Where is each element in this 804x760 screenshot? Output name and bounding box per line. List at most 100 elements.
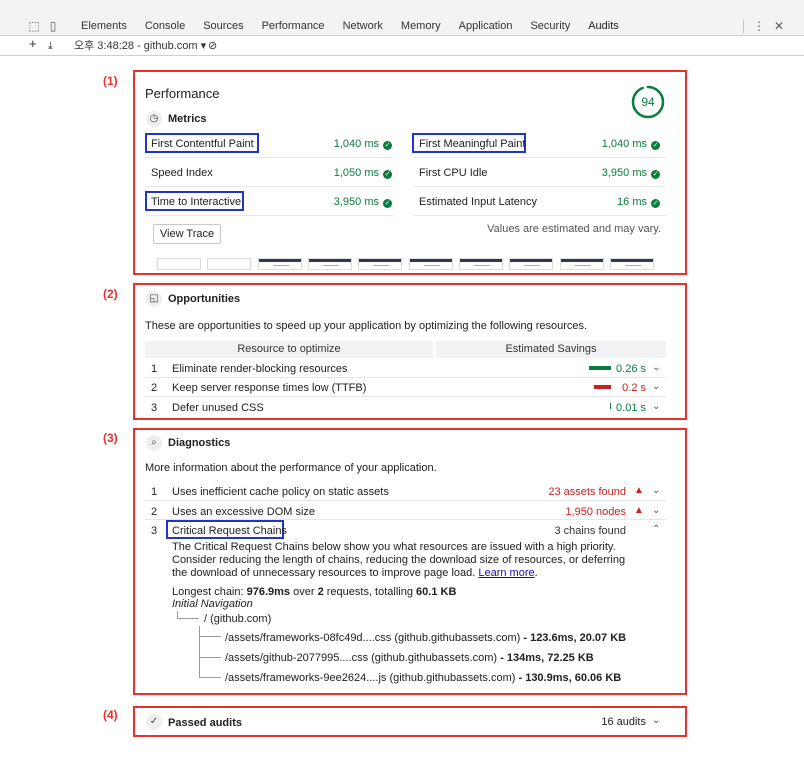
tab-sources[interactable]: Sources — [194, 18, 252, 36]
download-report-icon[interactable]: ⤓ — [48, 39, 53, 53]
metric-value-text: 16 ms — [617, 196, 647, 208]
chevron-down-icon[interactable]: ⌄ — [652, 505, 660, 516]
device-toolbar-icon[interactable]: ▯ — [46, 19, 60, 33]
filmstrip-frame — [610, 258, 654, 270]
pass-check-icon: ✓ — [383, 199, 392, 208]
chain-item: /assets/frameworks-08fc49d....css (githu… — [225, 632, 626, 644]
metric-label: Estimated Input Latency — [419, 196, 538, 208]
chain-stats: - 134ms, 72.25 KB — [497, 652, 594, 664]
metric-value: 1,040 ms ✓ — [300, 138, 392, 150]
filmstrip-frame — [409, 258, 453, 270]
row-number: 2 — [151, 382, 158, 394]
tab-memory[interactable]: Memory — [392, 18, 450, 36]
audits-toolbar: + ⤓ 오후 3:48:28 - github.com ▾ ⊘ — [0, 36, 804, 56]
pass-check-icon: ✓ — [383, 170, 392, 179]
view-trace-button[interactable]: View Trace — [153, 224, 221, 244]
filmstrip-frame — [258, 258, 302, 270]
learn-more-link[interactable]: Learn more — [478, 567, 534, 579]
longest-chain-mid: over — [290, 586, 318, 598]
metric-label: First CPU Idle — [419, 167, 488, 179]
crc-description: The Critical Request Chains below show y… — [172, 541, 626, 579]
chevron-up-icon[interactable]: ⌃ — [652, 524, 660, 535]
chain-url: /assets/github-2077995....css (github.gi… — [225, 652, 498, 664]
pass-check-icon: ✓ — [651, 170, 660, 179]
report-selector[interactable]: 오후 3:48:28 - github.com ▾ — [74, 39, 206, 53]
row-label: Uses an excessive DOM size — [172, 506, 316, 518]
inspect-element-icon[interactable]: ⬚ — [27, 19, 41, 33]
metric-divider — [145, 186, 393, 187]
col-header-resource: Resource to optimize — [145, 341, 433, 358]
metric-divider — [145, 157, 393, 158]
tab-elements[interactable]: Elements — [72, 18, 136, 36]
annotation-3: (3) — [103, 431, 118, 445]
metric-label: Time to Interactive — [151, 196, 242, 208]
warning-triangle-icon: ▲ — [634, 505, 644, 516]
chain-root: / (github.com) — [204, 613, 272, 625]
opportunities-description: These are opportunities to speed up your… — [145, 320, 588, 332]
filmstrip-frame — [207, 258, 251, 270]
chain-stats: - 123.6ms, 20.07 KB — [520, 632, 627, 644]
row-divider — [145, 377, 666, 378]
metrics-heading: Metrics — [168, 113, 207, 125]
more-options-icon[interactable]: ⋮ — [752, 19, 766, 33]
filmstrip-frame — [560, 258, 604, 270]
annotation-2: (2) — [103, 287, 118, 301]
row-number: 3 — [151, 402, 158, 414]
metric-value-text: 1,050 ms — [333, 167, 379, 179]
metric-value-text: 3,950 ms — [601, 167, 647, 179]
tab-audits[interactable]: Audits — [579, 18, 628, 38]
chevron-down-icon[interactable]: ⌄ — [652, 381, 660, 392]
checkmark-icon: ✓ — [146, 714, 162, 730]
clear-reports-icon[interactable]: ⊘ — [208, 39, 217, 53]
row-label: Keep server response times low (TTFB) — [172, 382, 367, 394]
diagnostics-title: Diagnostics — [168, 437, 231, 449]
tree-connector — [199, 636, 221, 637]
diagnostic-value: 3 chains found — [554, 525, 626, 537]
metric-value-text: 3,950 ms — [333, 196, 379, 208]
row-number: 2 — [151, 506, 158, 518]
row-number: 3 — [151, 525, 158, 537]
tab-network[interactable]: Network — [334, 18, 392, 36]
chain-stats: - 130.9ms, 60.06 KB — [515, 672, 622, 684]
chain-item: /assets/frameworks-9ee2624....js (github… — [225, 672, 621, 684]
new-audit-icon[interactable]: + — [29, 37, 37, 51]
longest-chain-summary: Longest chain: 976.9ms over 2 requests, … — [172, 586, 456, 598]
metric-value-text: 1,040 ms — [333, 138, 379, 150]
tree-connector — [199, 677, 221, 678]
close-devtools-icon[interactable]: ✕ — [772, 19, 786, 33]
col-header-savings: Estimated Savings — [436, 341, 666, 358]
tab-performance[interactable]: Performance — [253, 18, 334, 36]
passed-audits-count: 16 audits — [601, 716, 646, 728]
chevron-down-icon[interactable]: ⌄ — [652, 362, 660, 373]
search-icon: ⌕ — [146, 435, 162, 451]
passed-audits-title: Passed audits — [168, 717, 242, 729]
tree-connector — [199, 626, 200, 678]
tab-security[interactable]: Security — [521, 18, 579, 36]
metric-divider — [145, 215, 393, 216]
metric-value: 1,050 ms ✓ — [300, 167, 392, 179]
row-label: Critical Request Chains — [172, 525, 287, 537]
chevron-down-icon[interactable]: ⌄ — [652, 715, 660, 726]
tab-console[interactable]: Console — [136, 18, 194, 36]
tree-connector — [199, 657, 221, 658]
row-divider — [145, 500, 666, 501]
chevron-down-icon[interactable]: ⌄ — [652, 485, 660, 496]
tabbar-divider — [743, 20, 744, 33]
savings-value: 0.2 s — [622, 382, 646, 394]
metric-label: First Contentful Paint — [151, 138, 254, 150]
diagnostic-value: 1,950 nodes — [565, 506, 626, 518]
performance-title: Performance — [145, 86, 220, 101]
devtools-tabbar: ⬚ ▯ Elements Console Sources Performance… — [0, 0, 804, 38]
annotation-4: (4) — [103, 708, 118, 722]
pass-check-icon: ✓ — [651, 199, 660, 208]
filmstrip-frame — [459, 258, 503, 270]
initial-navigation-label: Initial Navigation — [172, 598, 253, 610]
tab-application[interactable]: Application — [450, 18, 522, 36]
chevron-down-icon[interactable]: ⌄ — [652, 401, 660, 412]
metric-value: 1,040 ms ✓ — [568, 138, 660, 150]
row-label: Uses inefficient cache policy on static … — [172, 486, 389, 498]
row-number: 1 — [151, 363, 158, 375]
metric-divider — [414, 157, 666, 158]
metric-value: 16 ms ✓ — [568, 196, 660, 208]
performance-score: 94 — [641, 95, 655, 109]
